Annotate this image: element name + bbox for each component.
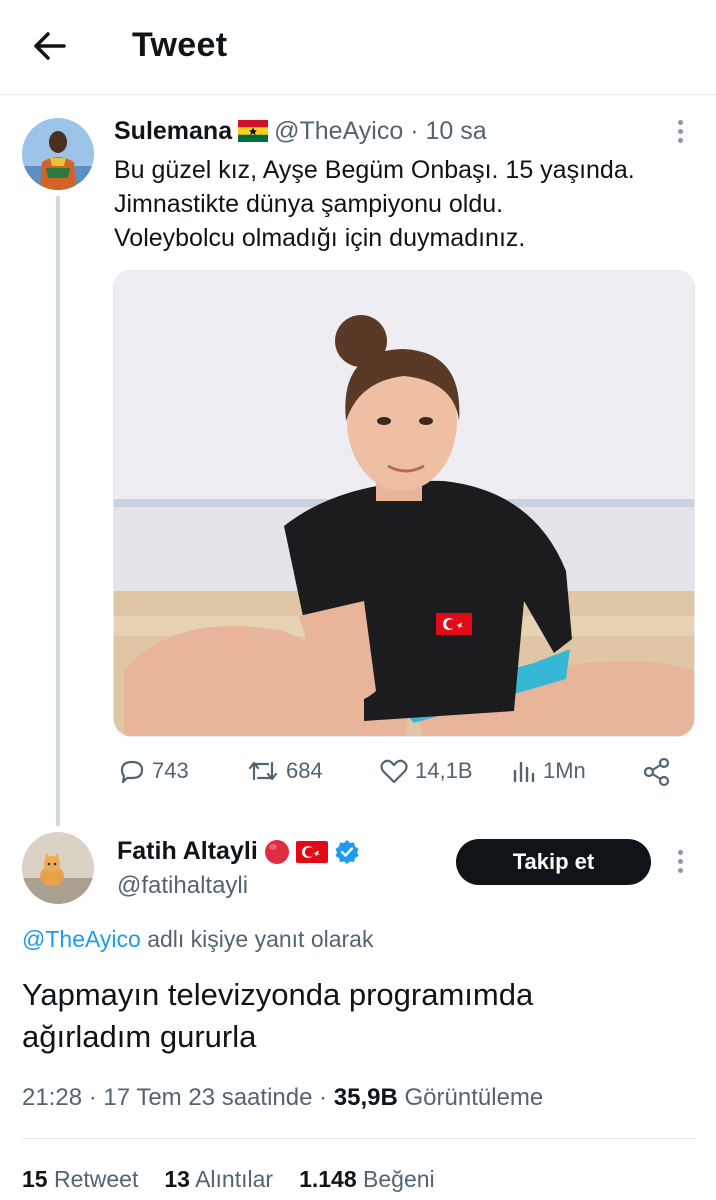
heart-icon	[380, 759, 408, 784]
views-count: 1Mn	[543, 758, 586, 783]
more-dot-icon	[677, 850, 683, 855]
more-dot-icon	[677, 129, 683, 134]
page-title: Tweet	[132, 26, 228, 64]
retweets-stat-label: Retweet	[53, 1166, 139, 1192]
like-count: 14,1B	[415, 758, 473, 783]
quotes-stat-label: Alıntılar	[195, 1166, 274, 1192]
reply-more-button[interactable]	[675, 850, 685, 876]
replying-to-line: @TheAyico adlı kişiye yanıt olarak	[22, 926, 373, 953]
quoted-actions-bar: 743 684 14,1B 1Mn	[0, 757, 716, 791]
bar-chart-icon	[513, 761, 535, 783]
more-dot-icon	[677, 138, 683, 143]
retweets-stat-count: 15	[22, 1166, 48, 1192]
reply-bubble-icon	[120, 760, 144, 784]
separator-dot: ·	[88, 1084, 97, 1111]
verified-badge-icon	[335, 839, 359, 864]
reply-tweet-text: Yapmayın televizyonda programımda ağırla…	[22, 974, 682, 1058]
follow-button[interactable]: Takip et	[456, 839, 651, 885]
retweet-count: 684	[286, 758, 323, 783]
top-bar: Tweet	[0, 0, 716, 95]
retweets-stat[interactable]: 15 Retweet	[22, 1166, 138, 1193]
more-dot-icon	[677, 120, 683, 125]
reply-author-row: Fatih Altayli	[117, 837, 360, 866]
share-button[interactable]	[642, 757, 672, 787]
quoted-text-line: Voleybolcu olmadığı için duymadınız.	[114, 224, 526, 252]
stats-divider	[22, 1138, 696, 1139]
like-button[interactable]: 14,1B	[379, 757, 473, 785]
sulemana-avatar[interactable]	[22, 118, 94, 190]
views-button[interactable]: 1Mn	[511, 757, 586, 785]
likes-stat-count: 1.148	[299, 1166, 357, 1192]
quoted-text-line: Jimnastikte dünya şampiyonu oldu.	[114, 190, 504, 218]
quoted-more-button[interactable]	[675, 120, 685, 146]
retweet-icon	[248, 761, 278, 781]
quotes-stat-count: 13	[164, 1166, 190, 1192]
red-circle-emoji	[264, 839, 289, 864]
separator-dot: ·	[410, 117, 419, 145]
reply-button[interactable]: 743	[118, 757, 189, 785]
ghana-flag-emoji	[238, 120, 269, 149]
tweet-time[interactable]: 21:28	[22, 1084, 82, 1111]
reply-author-name[interactable]: Fatih Altayli	[117, 837, 258, 866]
share-icon	[643, 757, 670, 787]
replying-to-mention[interactable]: @TheAyico	[22, 926, 141, 952]
quoted-handle[interactable]: @TheAyico	[274, 117, 403, 145]
quoted-text-line: Bu güzel kız, Ayşe Begüm Onbaşı. 15 yaşı…	[114, 156, 635, 184]
turkey-flag-emoji	[295, 840, 328, 863]
quoted-tweet-text: Bu güzel kız, Ayşe Begüm Onbaşı. 15 yaşı…	[114, 153, 704, 255]
replying-to-label: adlı kişiye yanıt olarak	[147, 926, 374, 952]
thread-connector-line	[56, 196, 60, 826]
quoted-author-name[interactable]: Sulemana	[114, 117, 232, 145]
reply-text-line: Yapmayın televizyonda programımda	[22, 977, 534, 1012]
back-button[interactable]	[30, 28, 70, 64]
tweet-date[interactable]: 17 Tem 23 saatinde	[103, 1084, 312, 1111]
reply-count: 743	[152, 758, 189, 783]
fatih-altayli-avatar[interactable]	[22, 832, 94, 904]
arrow-left-icon	[34, 32, 66, 60]
reply-handle[interactable]: @fatihaltayli	[117, 872, 248, 900]
tweet-stats: 15 Retweet 13 Alıntılar 1.148 Beğeni	[22, 1166, 435, 1193]
views-total-label: Görüntüleme	[404, 1084, 544, 1111]
quoted-tweet-header: Sulemana @TheAyico · 10 sa	[114, 117, 487, 149]
reply-text-line: ağırladım gururla	[22, 1019, 257, 1054]
more-dot-icon	[677, 868, 683, 873]
likes-stat-label: Beğeni	[363, 1166, 435, 1192]
quoted-time[interactable]: 10 sa	[425, 117, 486, 145]
tweet-meta-line: 21:28 · 17 Tem 23 saatinde · 35,9B Görün…	[22, 1084, 543, 1112]
views-total-count: 35,9B	[333, 1084, 398, 1111]
retweet-button[interactable]: 684	[246, 757, 323, 785]
quotes-stat[interactable]: 13 Alıntılar	[164, 1166, 273, 1193]
tweet-photo[interactable]	[113, 270, 695, 737]
more-dot-icon	[677, 859, 683, 864]
likes-stat[interactable]: 1.148 Beğeni	[299, 1166, 435, 1193]
separator-dot: ·	[319, 1084, 328, 1111]
